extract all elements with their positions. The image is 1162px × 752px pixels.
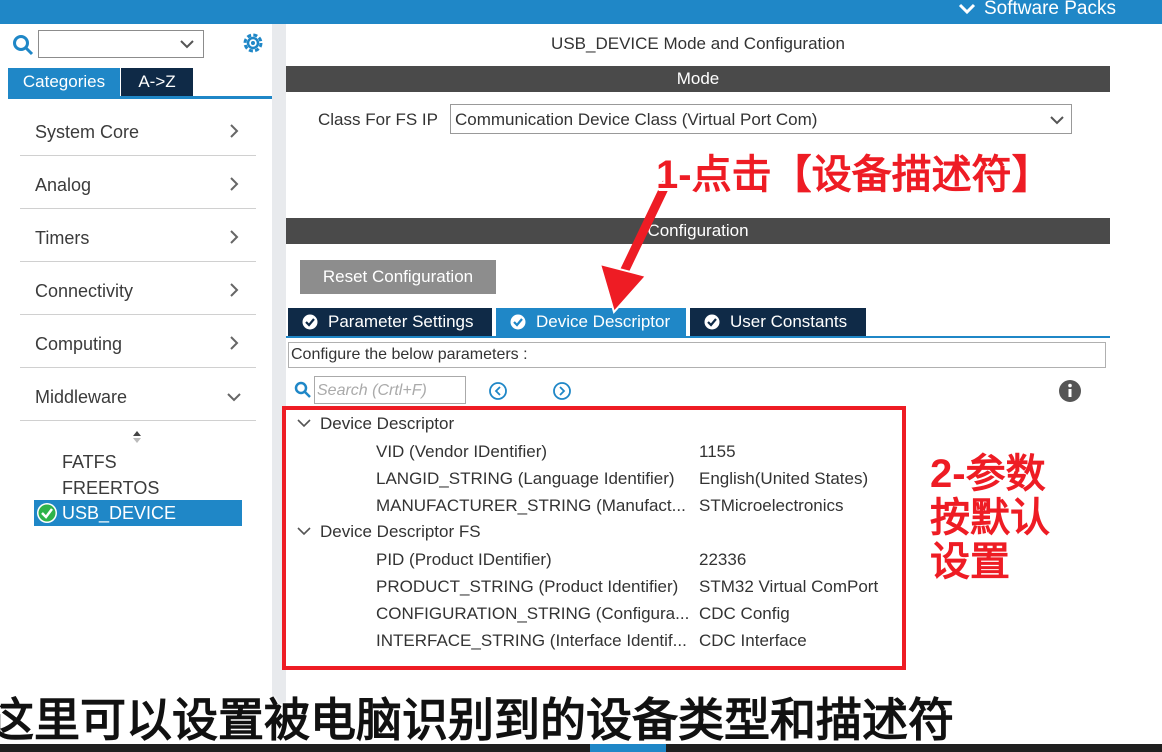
top-banner: Software Packs — [0, 0, 1162, 24]
configuration-section-header: Configuration — [286, 218, 1110, 244]
category-system-core[interactable]: System Core — [20, 108, 256, 156]
left-panel: Categories A->Z System Core Analog Timer… — [0, 24, 272, 704]
search-icon[interactable] — [12, 34, 34, 56]
annotation-step-1: 1-点击【设备描述符】 — [656, 153, 1052, 197]
category-label: Computing — [35, 334, 123, 354]
check-circle-icon — [704, 314, 720, 330]
video-progress-track[interactable] — [0, 744, 1162, 752]
mode-section-header: Mode — [286, 66, 1110, 92]
category-label: Analog — [35, 175, 92, 195]
category-connectivity[interactable]: Connectivity — [20, 267, 256, 315]
tab-underline — [8, 96, 272, 99]
sort-icon[interactable] — [131, 430, 143, 444]
chevron-right-icon — [230, 177, 239, 191]
software-packs-menu[interactable]: Software Packs — [958, 0, 1116, 20]
check-circle-icon — [510, 314, 526, 330]
configure-hint: Configure the below parameters : — [288, 342, 1106, 368]
search-combo[interactable] — [38, 30, 204, 58]
tab-underline — [286, 336, 1110, 338]
parameter-search-input[interactable]: Search (Crtl+F) — [314, 376, 466, 404]
middleware-item-freertos[interactable]: FREERTOS — [62, 478, 159, 499]
category-label: Connectivity — [35, 281, 134, 301]
chevron-right-icon — [230, 124, 239, 138]
category-label: Middleware — [35, 387, 128, 407]
check-circle-icon — [302, 314, 318, 330]
arrow-annotation-icon — [598, 180, 671, 315]
search-placeholder: Search (Crtl+F) — [317, 382, 427, 399]
next-result-icon[interactable] — [552, 381, 572, 401]
highlight-box — [282, 406, 906, 670]
chevron-down-icon — [1050, 116, 1064, 125]
software-packs-label: Software Packs — [984, 0, 1116, 19]
page-title: USB_DEVICE Mode and Configuration — [551, 34, 845, 53]
configure-hint-text: Configure the below parameters : — [291, 346, 528, 363]
tab-user-constants[interactable]: User Constants — [690, 308, 866, 336]
tab-label: Parameter Settings — [328, 312, 474, 331]
chevron-right-icon — [230, 230, 239, 244]
category-timers[interactable]: Timers — [20, 214, 256, 262]
category-label: System Core — [35, 122, 140, 142]
category-middleware[interactable]: Middleware — [20, 373, 256, 421]
search-icon[interactable] — [294, 381, 312, 399]
middleware-item-usb-device[interactable]: USB_DEVICE — [34, 500, 242, 526]
chevron-right-icon — [230, 283, 239, 297]
chevron-down-icon — [958, 3, 976, 15]
chevron-down-icon — [180, 40, 194, 49]
gear-icon[interactable] — [240, 30, 266, 56]
video-subtitle: 这里可以设置被电脑识别到的设备类型和描述符 — [0, 694, 954, 746]
previous-result-icon[interactable] — [488, 381, 508, 401]
reset-configuration-button[interactable]: Reset Configuration — [300, 260, 496, 294]
category-computing[interactable]: Computing — [20, 320, 256, 368]
class-for-fs-ip-select[interactable]: Communication Device Class (Virtual Port… — [450, 104, 1072, 134]
tab-label: User Constants — [730, 312, 848, 331]
category-label: Timers — [35, 228, 90, 248]
tab-parameter-settings[interactable]: Parameter Settings — [288, 308, 492, 336]
check-circle-icon — [37, 503, 57, 523]
info-icon[interactable] — [1058, 379, 1082, 403]
annotation-line: 2-参数 — [930, 452, 1046, 496]
chevron-right-icon — [230, 336, 239, 350]
category-analog[interactable]: Analog — [20, 161, 256, 209]
tab-a-to-z[interactable]: A->Z — [121, 68, 193, 96]
annotation-line: 设置 — [930, 540, 1010, 584]
class-for-fs-ip-label: Class For FS IP — [318, 110, 438, 129]
video-progress-marker[interactable] — [590, 744, 666, 752]
middleware-item-fatfs[interactable]: FATFS — [62, 452, 117, 473]
tab-categories[interactable]: Categories — [8, 68, 120, 96]
chevron-down-icon — [227, 393, 241, 402]
class-select-value: Communication Device Class (Virtual Port… — [455, 110, 818, 129]
annotation-line: 按默认 — [930, 496, 1050, 540]
middleware-item-label: USB_DEVICE — [62, 503, 177, 523]
annotation-step-2: 2-参数 按默认 设置 — [930, 452, 1080, 584]
